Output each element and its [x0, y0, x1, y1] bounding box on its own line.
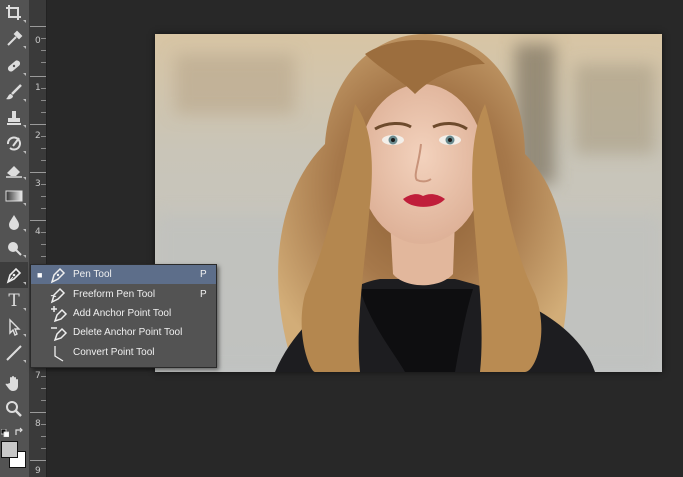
- menu-item-shortcut: P: [200, 289, 207, 300]
- swap-colors-icon[interactable]: [14, 424, 24, 435]
- menu-item-label: Convert Point Tool: [73, 347, 155, 358]
- ruler-number: 1: [35, 83, 41, 93]
- ruler-number: 3: [35, 179, 41, 189]
- history-brush-tool-button[interactable]: [0, 131, 28, 157]
- menu-item-shortcut: P: [200, 269, 207, 280]
- menu-item-convert-point-tool[interactable]: Convert Point Tool: [31, 343, 216, 362]
- type-tool-button[interactable]: T: [0, 288, 28, 314]
- history-brush-icon: [7, 136, 21, 151]
- blur-tool-button[interactable]: [0, 209, 28, 235]
- line-icon: [6, 345, 22, 361]
- foreground-color-swatch[interactable]: [1, 441, 18, 458]
- zoom-icon: [6, 401, 22, 417]
- menu-item-label: Add Anchor Point Tool: [73, 308, 172, 319]
- convert-point-icon: [54, 346, 64, 362]
- path-selection-tool-button[interactable]: [0, 314, 28, 340]
- eyedropper-icon: [7, 30, 23, 46]
- blur-icon: [9, 215, 19, 230]
- gradient-icon: [5, 190, 23, 202]
- ruler-number: 7: [35, 371, 41, 381]
- canvas-image[interactable]: [155, 34, 662, 372]
- selected-bullet: ■: [37, 269, 43, 280]
- line-tool-button[interactable]: [0, 340, 28, 366]
- pen-icon: [50, 267, 66, 284]
- pen-tool-flyout-menu: ■ Pen Tool P Freeform Pen Tool P Add Anc…: [30, 264, 217, 368]
- hand-icon: [5, 376, 18, 391]
- menu-item-label: Freeform Pen Tool: [73, 289, 156, 300]
- menu-item-freeform-pen-tool[interactable]: Freeform Pen Tool P: [31, 285, 216, 304]
- eraser-tool-button[interactable]: [0, 157, 28, 183]
- add-anchor-point-icon: [51, 306, 68, 323]
- path-selection-icon: [9, 318, 21, 336]
- delete-anchor-point-icon: [51, 327, 68, 342]
- pen-icon: [6, 267, 22, 284]
- portrait-photo: [155, 34, 662, 372]
- brush-tool-button[interactable]: [0, 79, 28, 105]
- type-icon: T: [8, 290, 20, 311]
- clone-stamp-icon: [7, 111, 21, 125]
- hand-tool-button[interactable]: [0, 370, 28, 396]
- clone-stamp-tool-button[interactable]: [0, 105, 28, 131]
- menu-item-pen-tool[interactable]: ■ Pen Tool P: [31, 265, 216, 284]
- tools-panel: T: [0, 0, 30, 477]
- freeform-pen-icon: [50, 287, 66, 304]
- crop-icon: [6, 5, 21, 20]
- gradient-tool-button[interactable]: [0, 183, 28, 209]
- ruler-number: 8: [35, 419, 41, 429]
- pen-tool-button[interactable]: [0, 262, 28, 288]
- ruler-number: 9: [35, 466, 41, 476]
- default-colors-icon[interactable]: [0, 424, 10, 438]
- dodge-icon: [8, 242, 22, 256]
- menu-item-delete-anchor-point-tool[interactable]: Delete Anchor Point Tool: [31, 323, 216, 342]
- healing-brush-tool-button[interactable]: [0, 53, 28, 79]
- eraser-icon: [6, 166, 22, 178]
- vertical-ruler: 0 1 2 3 4 7 8 9: [30, 0, 47, 477]
- eyedropper-tool-button[interactable]: [0, 26, 28, 52]
- crop-tool-button[interactable]: [0, 0, 28, 26]
- ruler-number: 2: [35, 131, 41, 141]
- menu-item-add-anchor-point-tool[interactable]: Add Anchor Point Tool: [31, 304, 216, 323]
- brush-icon: [6, 84, 22, 100]
- menu-item-label: Pen Tool: [73, 269, 112, 280]
- dodge-tool-button[interactable]: [0, 235, 28, 261]
- menu-item-label: Delete Anchor Point Tool: [73, 327, 183, 338]
- zoom-tool-button[interactable]: [0, 396, 28, 422]
- ruler-number: 4: [35, 227, 41, 237]
- healing-brush-icon: [7, 60, 21, 72]
- ruler-number: 0: [35, 36, 41, 46]
